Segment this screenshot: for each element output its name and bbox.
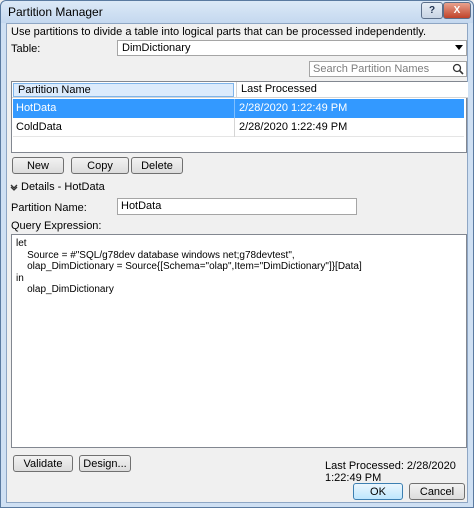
description-text: Use partitions to divide a table into lo… [11,26,426,38]
query-expression-label: Query Expression: [11,220,102,232]
column-divider [234,118,235,137]
window-title: Partition Manager [8,5,103,19]
help-button[interactable]: ? [421,2,443,19]
dialog-body: Use partitions to divide a table into lo… [6,23,468,503]
search-input[interactable] [310,62,446,76]
validate-button[interactable]: Validate [13,455,73,472]
column-header-last-processed[interactable]: Last Processed [236,82,466,97]
table-dropdown[interactable]: DimDictionary [117,40,467,56]
close-icon: X [453,5,461,16]
table-dropdown-value: DimDictionary [122,42,191,54]
title-bar[interactable]: Partition Manager ? X [1,1,473,23]
partitions-grid: Partition Name Last Processed HotData 2/… [11,81,468,153]
cell-partition-name: ColdData [16,121,62,133]
table-row[interactable]: ColdData 2/28/2020 1:22:49 PM [13,118,464,137]
search-box[interactable] [309,61,467,77]
chevron-down-icon [455,45,463,50]
column-header-partition-name[interactable]: Partition Name [13,83,234,97]
cell-last-processed: 2/28/2020 1:22:49 PM [239,102,348,114]
details-header: Details - HotData [21,181,105,193]
grid-header: Partition Name Last Processed [12,82,468,98]
search-icon[interactable] [452,63,464,75]
new-button[interactable]: New [12,157,64,174]
column-divider [234,99,235,118]
cell-last-processed: 2/28/2020 1:22:49 PM [239,121,348,133]
partition-name-label: Partition Name: [11,202,87,214]
design-button[interactable]: Design... [79,455,131,472]
copy-button[interactable]: Copy [71,157,129,174]
ok-button[interactable]: OK [353,483,403,500]
chevron-down-icon [10,184,18,191]
delete-button[interactable]: Delete [131,157,183,174]
details-toggle[interactable]: Details - HotData [10,181,105,193]
help-icon: ? [428,5,436,16]
partition-manager-window: Partition Manager ? X Use partitions to … [0,0,474,508]
table-row[interactable]: HotData 2/28/2020 1:22:49 PM [13,99,464,118]
cell-partition-name: HotData [16,102,57,114]
query-expression-editor[interactable]: let Source = #"SQL/g78dev database windo… [11,234,467,448]
table-label: Table: [11,43,41,55]
close-button[interactable]: X [443,2,471,19]
last-processed-status: Last Processed: 2/28/2020 1:22:49 PM [325,460,456,484]
cancel-button[interactable]: Cancel [409,483,465,500]
partition-name-field[interactable]: HotData [117,198,357,215]
